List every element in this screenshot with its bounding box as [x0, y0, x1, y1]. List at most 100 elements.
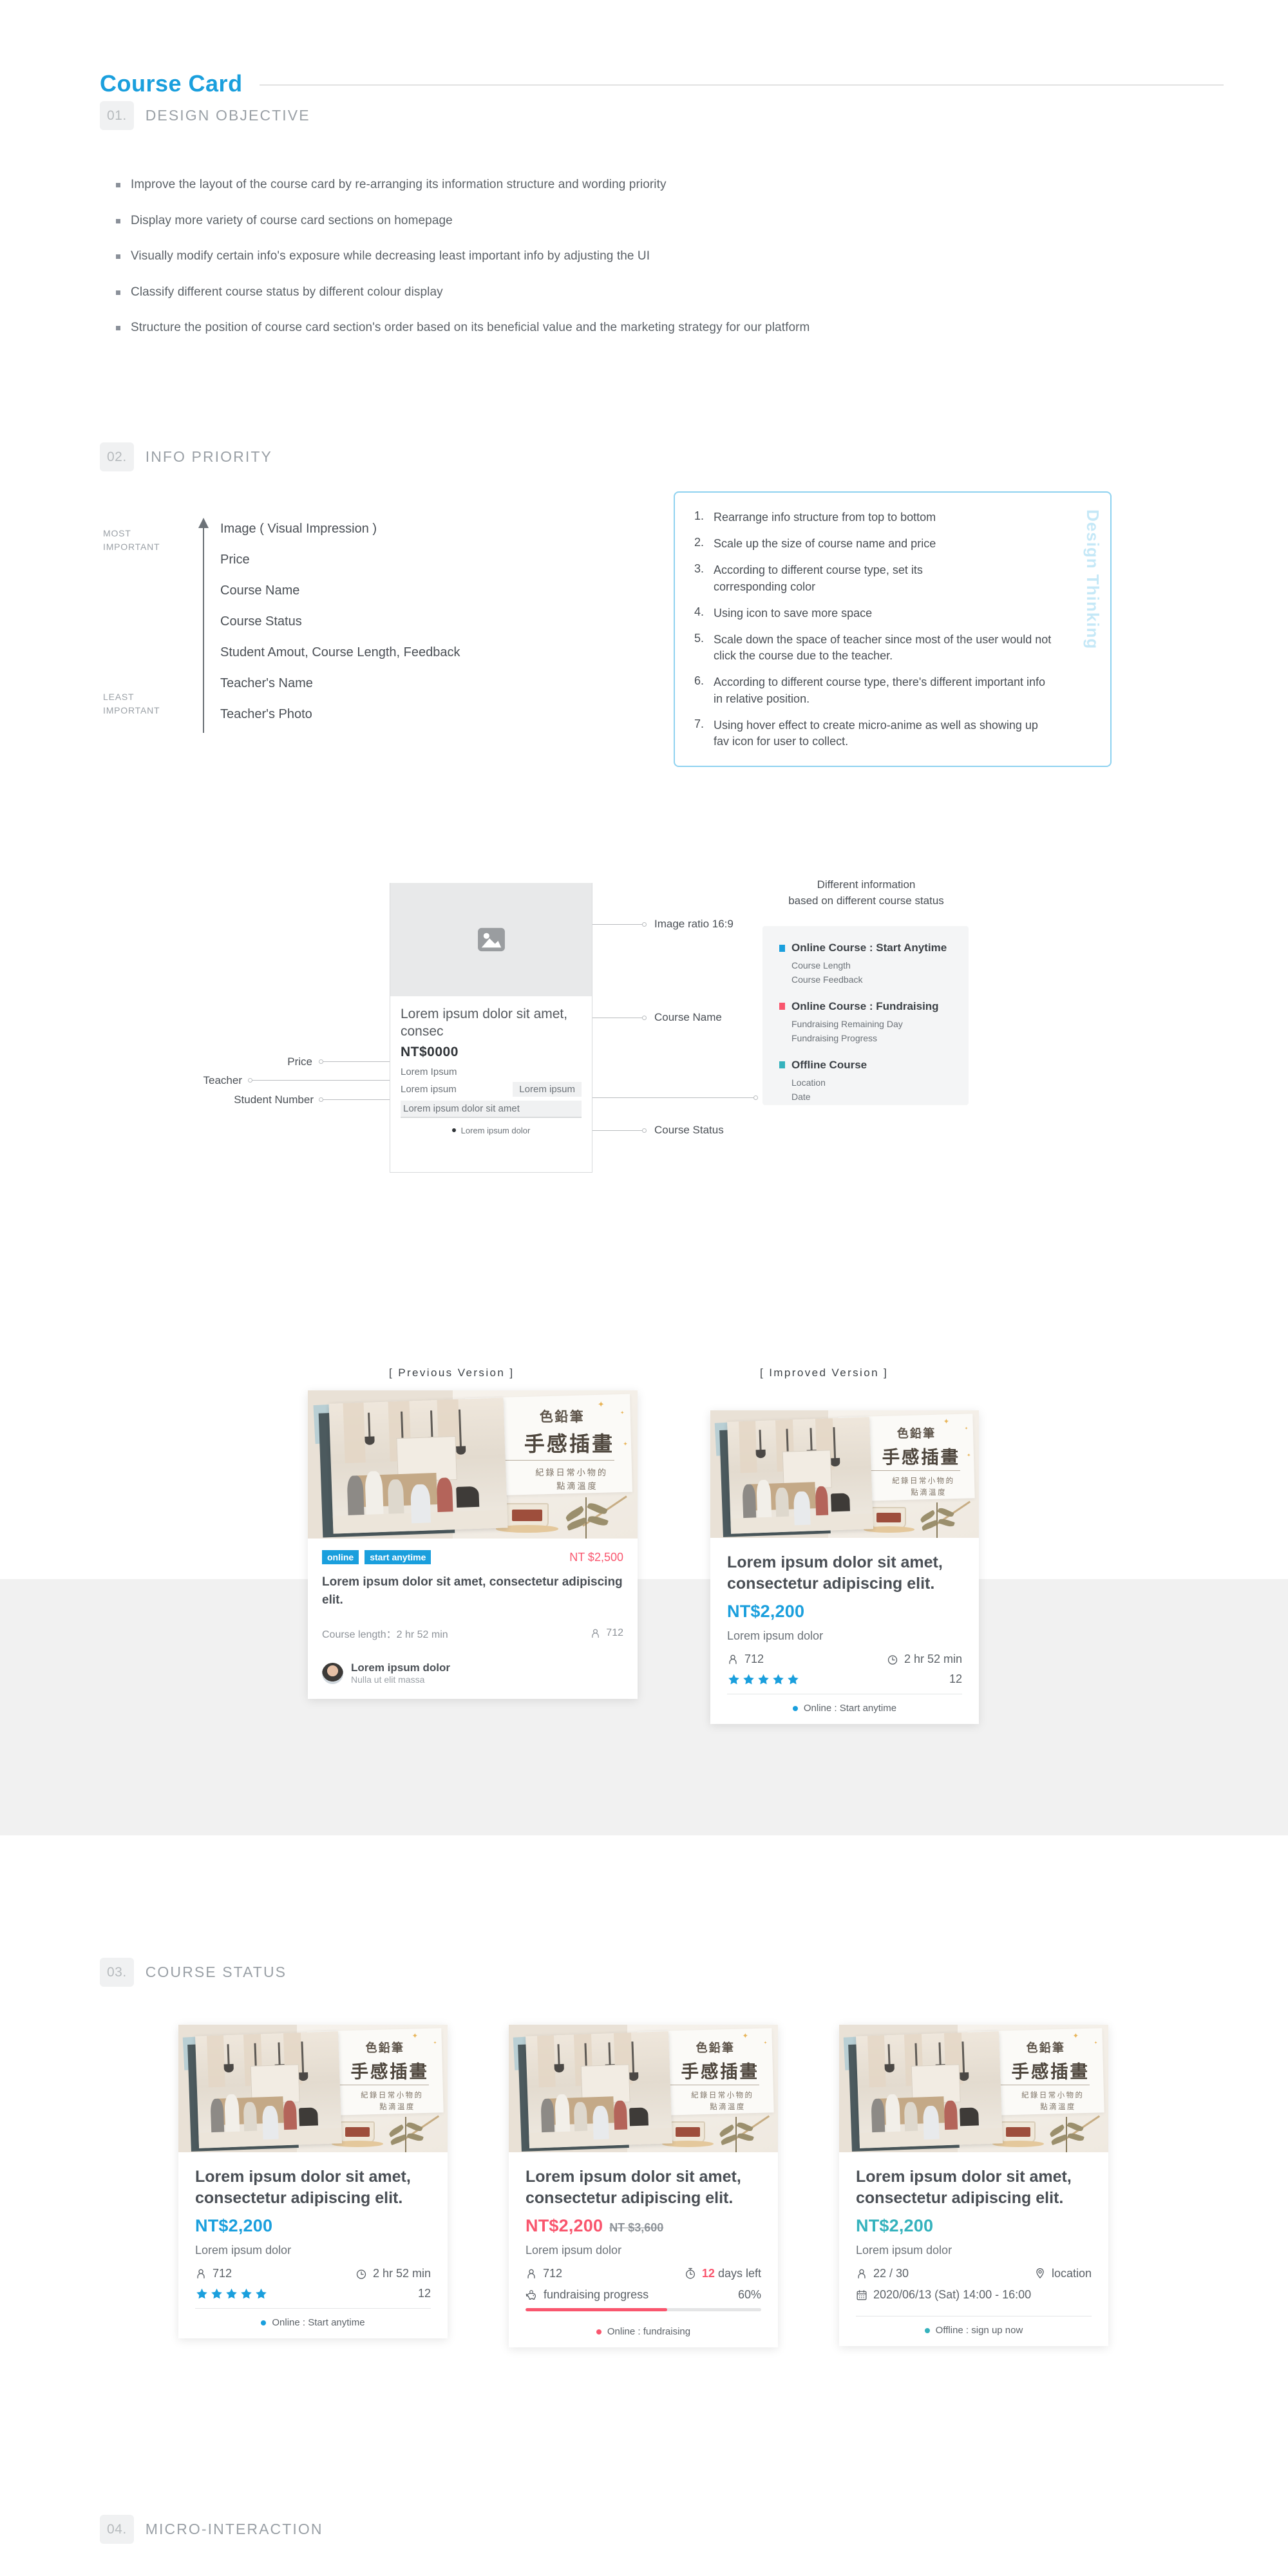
- leader-node: [642, 1128, 647, 1133]
- legend-sub-item: Fundraising Remaining Day: [791, 1018, 903, 1029]
- thumbnail-cn-sub1: 紀錄日常小物的: [1021, 2091, 1084, 2099]
- priority-item: Course Name: [220, 583, 300, 598]
- card-progress-label: fundraising progress: [544, 2288, 649, 2301]
- star-icon: [743, 1674, 754, 1684]
- star-icon: [256, 2288, 267, 2298]
- card-progress-value: 60%: [737, 2288, 761, 2301]
- priority-item: Teacher's Name: [220, 676, 313, 690]
- card-price: NT$2,200: [195, 2216, 273, 2235]
- square-bullet-icon: [116, 254, 120, 260]
- objective-text: Improve the layout of the course card by…: [131, 178, 667, 191]
- priority-item: Teacher's Photo: [220, 707, 312, 721]
- item-text: Using icon to save more space: [714, 606, 873, 620]
- star-icon: [211, 2288, 222, 2298]
- improved-version-card[interactable]: ✦ ✦ ✦ 色鉛筆 手感插畫 紀錄日常小物的 點滴溫度 Lorem ipsum …: [710, 1410, 979, 1724]
- item-number: 5.: [694, 631, 705, 645]
- section-label: INFO PRIORITY: [145, 448, 272, 465]
- improved-version-label: [ Improved Version ]: [760, 1367, 889, 1379]
- leader-node: [319, 1059, 323, 1064]
- priority-item-list: Image ( Visual Impression ) Price Course…: [220, 522, 460, 738]
- status-card-offline[interactable]: ✦ ✦ 色鉛筆 手感插畫 紀錄日常小物的 點滴溫度 Lorem ipsum do…: [839, 2025, 1108, 2346]
- status-dot-icon: [596, 2329, 601, 2334]
- previous-teacher-sub: Nulla ut elit massa: [351, 1674, 425, 1685]
- previous-teacher-row: Lorem ipsum dolor Nulla ut elit massa: [322, 1662, 623, 1685]
- pin-icon: [1036, 2268, 1044, 2279]
- star-icon: [196, 2288, 207, 2298]
- card-status-text: Online : Start anytime: [272, 2317, 365, 2328]
- leader-node: [319, 1097, 323, 1102]
- priority-axis-bottom-caption: LEAST IMPORTANT: [103, 692, 160, 715]
- card-rating-row: 12: [195, 2287, 431, 2300]
- improved-students: 712: [744, 1653, 764, 1665]
- status-card-online-fundraising[interactable]: ✦ ✦ 色鉛筆 手感插畫 紀錄日常小物的 點滴溫度 Lorem ipsum do…: [509, 2025, 778, 2347]
- progress-fill: [526, 2308, 667, 2311]
- card-date-row: 2020/06/13 (Sat) 14:00 - 16:00: [856, 2288, 1092, 2302]
- wireframe-teacher: Lorem Ipsum: [401, 1066, 457, 1077]
- legend-group-title: Offline Course: [791, 1058, 867, 1071]
- design-thinking-panel: Design Thinking 1. Rearrange info struct…: [674, 491, 1112, 767]
- person-icon: [729, 1654, 737, 1664]
- tag-start-anytime: start anytime: [365, 1550, 431, 1564]
- thumbnail-cn-top: 色鉛筆: [365, 2041, 405, 2055]
- course-thumbnail-previous: ✦ ✦ ✦ 色鉛筆 手感插畫 紀錄日常小物的 點滴溫度: [308, 1390, 638, 1539]
- thumbnail-cn-top: 色鉛筆: [896, 1426, 936, 1441]
- status-dot-icon: [924, 2327, 930, 2333]
- previous-teacher-name: Lorem ipsum dolor: [351, 1662, 450, 1674]
- item-text: According to different course type, ther…: [714, 676, 1046, 705]
- card-days-left-rest: days left: [717, 2267, 761, 2280]
- course-thumbnail: ✦ ✦ 色鉛筆 手感插畫 紀錄日常小物的 點滴溫度: [839, 2025, 1108, 2152]
- square-bullet-icon: [116, 326, 120, 331]
- wireframe-status-row: Lorem ipsum dolor: [401, 1126, 582, 1135]
- improved-review-count: 12: [949, 1672, 962, 1685]
- course-thumbnail: ✦ ✦ 色鉛筆 手感插畫 紀錄日常小物的 點滴溫度: [178, 2025, 448, 2152]
- card-meta-row: 712 2 hr 52 min: [195, 2267, 431, 2280]
- card-price: NT$2,200: [856, 2216, 934, 2235]
- annotated-wireframe: Image ratio 16:9 Course Name Course Stat…: [0, 869, 1288, 1204]
- item-text: Rearrange info structure from top to bot…: [714, 511, 936, 524]
- legend-sub-item: Date: [791, 1091, 811, 1102]
- improved-course-title: Lorem ipsum dolor sit amet, consectetur …: [727, 1553, 943, 1593]
- list-item: Structure the position of course card se…: [116, 319, 1146, 337]
- priority-axis-line: [203, 527, 204, 733]
- item-text: Using hover effect to create micro-anime…: [714, 718, 1038, 748]
- thumbnail-cn-top: 色鉛筆: [539, 1409, 585, 1425]
- legend-group-title: Online Course : Start Anytime: [791, 942, 947, 954]
- item-number: 7.: [694, 717, 705, 730]
- card-days-left-number: 12: [701, 2267, 715, 2280]
- legend-title-line-2: based on different course status: [788, 894, 944, 907]
- wireframe-student-left: Lorem ipsum: [401, 1083, 457, 1095]
- wireframe-image-placeholder: [390, 883, 592, 996]
- wireframe-card: Lorem ipsum dolor sit amet, consec NT$00…: [390, 883, 592, 1173]
- design-objective-list: Improve the layout of the course card by…: [116, 176, 1146, 355]
- list-item: 4. Using icon to save more space: [694, 605, 1091, 621]
- wireframe-info-bar: Lorem ipsum dolor sit amet: [401, 1100, 582, 1118]
- item-number: 2.: [694, 536, 705, 549]
- leader-line: [592, 1097, 757, 1098]
- priority-item: Student Amout, Course Length, Feedback: [220, 645, 460, 659]
- fundraising-progress-bar: [526, 2308, 761, 2311]
- status-dot-icon: [792, 1705, 798, 1711]
- previous-version-card[interactable]: ✦ ✦ ✦ 色鉛筆 手感插畫 紀錄日常小物的 點滴溫度 online start…: [308, 1390, 638, 1700]
- status-card-online-anytime[interactable]: ✦ ✦ 色鉛筆 手感插畫 紀錄日常小物的 點滴溫度 Lorem ipsum do…: [178, 2025, 448, 2338]
- label-price: Price: [287, 1056, 312, 1068]
- section-heading-micro-interaction: 04. MICRO-INTERACTION: [100, 2515, 323, 2544]
- item-number: 1.: [694, 509, 705, 522]
- card-teacher: Lorem ipsum dolor: [856, 2244, 952, 2257]
- status-dot-icon: [451, 1128, 456, 1133]
- card-students: 712: [213, 2267, 232, 2280]
- design-thinking-watermark: Design Thinking: [1083, 509, 1103, 650]
- person-icon: [592, 1629, 600, 1638]
- wireframe-price: NT$0000: [401, 1044, 459, 1059]
- legend-title-line-1: Different information: [817, 878, 916, 891]
- thumbnail-cn-sub1: 紀錄日常小物的: [361, 2091, 424, 2099]
- list-item: 5. Scale down the space of teacher since…: [694, 632, 1091, 664]
- card-teacher: Lorem ipsum dolor: [526, 2244, 622, 2257]
- legend-swatch-icon: [779, 1061, 785, 1069]
- list-item: 3. According to different course type, s…: [694, 562, 1091, 594]
- leader-node: [642, 922, 647, 927]
- card-title: Lorem ipsum dolor sit amet, consectetur …: [195, 2168, 411, 2207]
- status-dot-icon: [261, 2320, 267, 2325]
- item-number: 4.: [694, 605, 705, 618]
- objective-text: Classify different course status by diff…: [131, 285, 443, 299]
- star-icon: [241, 2288, 252, 2298]
